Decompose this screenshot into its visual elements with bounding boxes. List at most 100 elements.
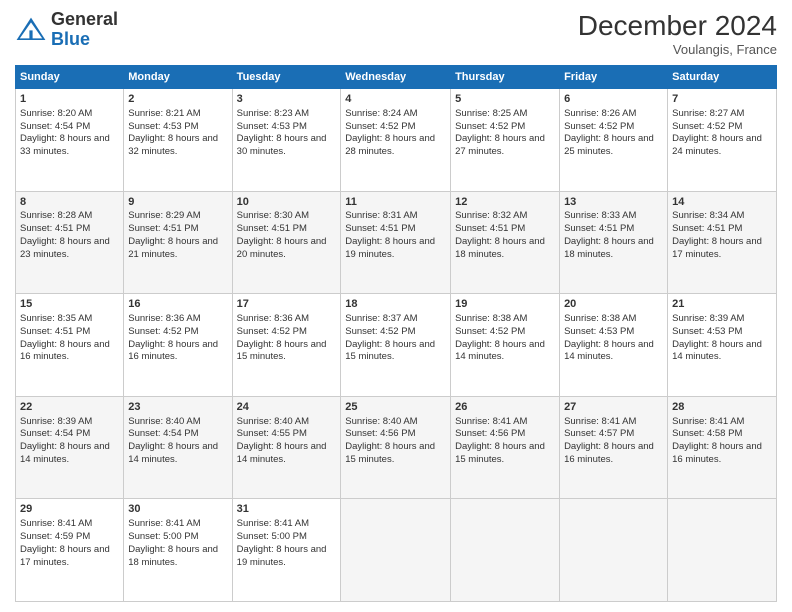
- sunset-text: Sunset: 4:52 PM: [345, 121, 415, 132]
- day-number: 4: [345, 92, 446, 107]
- calendar-week-5: 29Sunrise: 8:41 AMSunset: 4:59 PMDayligh…: [16, 499, 777, 602]
- title-block: December 2024 Voulangis, France: [578, 10, 777, 57]
- sunset-text: Sunset: 4:51 PM: [237, 223, 307, 234]
- sunrise-text: Sunrise: 8:28 AM: [20, 210, 92, 221]
- calendar-cell: [451, 499, 560, 602]
- calendar-cell: 8Sunrise: 8:28 AMSunset: 4:51 PMDaylight…: [16, 191, 124, 294]
- daylight-text: Daylight: 8 hours and 18 minutes.: [455, 236, 545, 260]
- sunset-text: Sunset: 5:00 PM: [128, 531, 198, 542]
- daylight-text: Daylight: 8 hours and 16 minutes.: [564, 441, 654, 465]
- sunset-text: Sunset: 4:56 PM: [455, 428, 525, 439]
- day-number: 22: [20, 400, 119, 415]
- sunset-text: Sunset: 4:56 PM: [345, 428, 415, 439]
- daylight-text: Daylight: 8 hours and 18 minutes.: [128, 544, 218, 568]
- day-number: 13: [564, 195, 663, 210]
- sunrise-text: Sunrise: 8:36 AM: [237, 313, 309, 324]
- day-number: 31: [237, 502, 337, 517]
- calendar-cell: 22Sunrise: 8:39 AMSunset: 4:54 PMDayligh…: [16, 396, 124, 499]
- logo-icon: [15, 16, 47, 44]
- sunset-text: Sunset: 4:54 PM: [20, 121, 90, 132]
- calendar-cell: 6Sunrise: 8:26 AMSunset: 4:52 PMDaylight…: [560, 89, 668, 192]
- sunrise-text: Sunrise: 8:41 AM: [564, 416, 636, 427]
- sunrise-text: Sunrise: 8:36 AM: [128, 313, 200, 324]
- sunset-text: Sunset: 4:52 PM: [455, 121, 525, 132]
- daylight-text: Daylight: 8 hours and 16 minutes.: [20, 339, 110, 363]
- calendar-cell: 31Sunrise: 8:41 AMSunset: 5:00 PMDayligh…: [232, 499, 341, 602]
- day-number: 18: [345, 297, 446, 312]
- calendar-cell: 20Sunrise: 8:38 AMSunset: 4:53 PMDayligh…: [560, 294, 668, 397]
- day-number: 7: [672, 92, 772, 107]
- daylight-text: Daylight: 8 hours and 17 minutes.: [20, 544, 110, 568]
- sunrise-text: Sunrise: 8:32 AM: [455, 210, 527, 221]
- sunrise-text: Sunrise: 8:26 AM: [564, 108, 636, 119]
- sunrise-text: Sunrise: 8:38 AM: [455, 313, 527, 324]
- day-number: 15: [20, 297, 119, 312]
- sunset-text: Sunset: 4:53 PM: [237, 121, 307, 132]
- calendar-cell: 12Sunrise: 8:32 AMSunset: 4:51 PMDayligh…: [451, 191, 560, 294]
- daylight-text: Daylight: 8 hours and 15 minutes.: [345, 339, 435, 363]
- header: General Blue December 2024 Voulangis, Fr…: [15, 10, 777, 57]
- sunset-text: Sunset: 4:51 PM: [20, 223, 90, 234]
- day-number: 29: [20, 502, 119, 517]
- sunrise-text: Sunrise: 8:30 AM: [237, 210, 309, 221]
- daylight-text: Daylight: 8 hours and 27 minutes.: [455, 133, 545, 157]
- calendar-cell: [560, 499, 668, 602]
- day-number: 10: [237, 195, 337, 210]
- logo: General Blue: [15, 10, 118, 50]
- daylight-text: Daylight: 8 hours and 21 minutes.: [128, 236, 218, 260]
- day-number: 2: [128, 92, 227, 107]
- sunset-text: Sunset: 4:53 PM: [564, 326, 634, 337]
- day-number: 17: [237, 297, 337, 312]
- daylight-text: Daylight: 8 hours and 16 minutes.: [672, 441, 762, 465]
- calendar-cell: 23Sunrise: 8:40 AMSunset: 4:54 PMDayligh…: [124, 396, 232, 499]
- sunset-text: Sunset: 4:55 PM: [237, 428, 307, 439]
- day-number: 19: [455, 297, 555, 312]
- month-title: December 2024: [578, 10, 777, 42]
- calendar-cell: 30Sunrise: 8:41 AMSunset: 5:00 PMDayligh…: [124, 499, 232, 602]
- sunset-text: Sunset: 4:52 PM: [128, 326, 198, 337]
- sunset-text: Sunset: 4:54 PM: [20, 428, 90, 439]
- sunrise-text: Sunrise: 8:39 AM: [20, 416, 92, 427]
- sunrise-text: Sunrise: 8:39 AM: [672, 313, 744, 324]
- daylight-text: Daylight: 8 hours and 24 minutes.: [672, 133, 762, 157]
- daylight-text: Daylight: 8 hours and 25 minutes.: [564, 133, 654, 157]
- sunset-text: Sunset: 4:53 PM: [128, 121, 198, 132]
- sunrise-text: Sunrise: 8:34 AM: [672, 210, 744, 221]
- day-number: 25: [345, 400, 446, 415]
- sunset-text: Sunset: 4:51 PM: [672, 223, 742, 234]
- calendar-week-4: 22Sunrise: 8:39 AMSunset: 4:54 PM Dayligh…: [16, 396, 777, 499]
- sunrise-text: Sunrise: 8:41 AM: [128, 518, 200, 529]
- day-number: 23: [128, 400, 227, 415]
- calendar-cell: 25Sunrise: 8:40 AMSunset: 4:56 PMDayligh…: [341, 396, 451, 499]
- col-tuesday: Tuesday: [232, 66, 341, 89]
- sunrise-text: Sunrise: 8:29 AM: [128, 210, 200, 221]
- logo-line1: General: [51, 10, 118, 30]
- sunrise-text: Sunrise: 8:21 AM: [128, 108, 200, 119]
- calendar-cell: 7Sunrise: 8:27 AMSunset: 4:52 PMDaylight…: [668, 89, 777, 192]
- day-number: 3: [237, 92, 337, 107]
- calendar-cell: [668, 499, 777, 602]
- calendar-week-2: 8Sunrise: 8:28 AMSunset: 4:51 PMDaylight…: [16, 191, 777, 294]
- calendar: Sunday Monday Tuesday Wednesday Thursday…: [15, 65, 777, 602]
- daylight-text: Daylight: 8 hours and 17 minutes.: [672, 236, 762, 260]
- calendar-cell: 21Sunrise: 8:39 AMSunset: 4:53 PMDayligh…: [668, 294, 777, 397]
- day-number: 5: [455, 92, 555, 107]
- page: General Blue December 2024 Voulangis, Fr…: [0, 0, 792, 612]
- daylight-text: Daylight: 8 hours and 16 minutes.: [128, 339, 218, 363]
- daylight-text: Daylight: 8 hours and 30 minutes.: [237, 133, 327, 157]
- sunset-text: Sunset: 4:52 PM: [237, 326, 307, 337]
- calendar-cell: 1Sunrise: 8:20 AMSunset: 4:54 PMDaylight…: [16, 89, 124, 192]
- sunset-text: Sunset: 4:58 PM: [672, 428, 742, 439]
- day-number: 12: [455, 195, 555, 210]
- day-number: 24: [237, 400, 337, 415]
- day-number: 20: [564, 297, 663, 312]
- sunset-text: Sunset: 4:51 PM: [345, 223, 415, 234]
- sunrise-text: Sunrise: 8:24 AM: [345, 108, 417, 119]
- calendar-cell: 14Sunrise: 8:34 AMSunset: 4:51 PMDayligh…: [668, 191, 777, 294]
- daylight-text: Daylight: 8 hours and 32 minutes.: [128, 133, 218, 157]
- day-number: 27: [564, 400, 663, 415]
- sunrise-text: Sunrise: 8:41 AM: [672, 416, 744, 427]
- daylight-text: Daylight: 8 hours and 20 minutes.: [237, 236, 327, 260]
- day-number: 21: [672, 297, 772, 312]
- sunrise-text: Sunrise: 8:23 AM: [237, 108, 309, 119]
